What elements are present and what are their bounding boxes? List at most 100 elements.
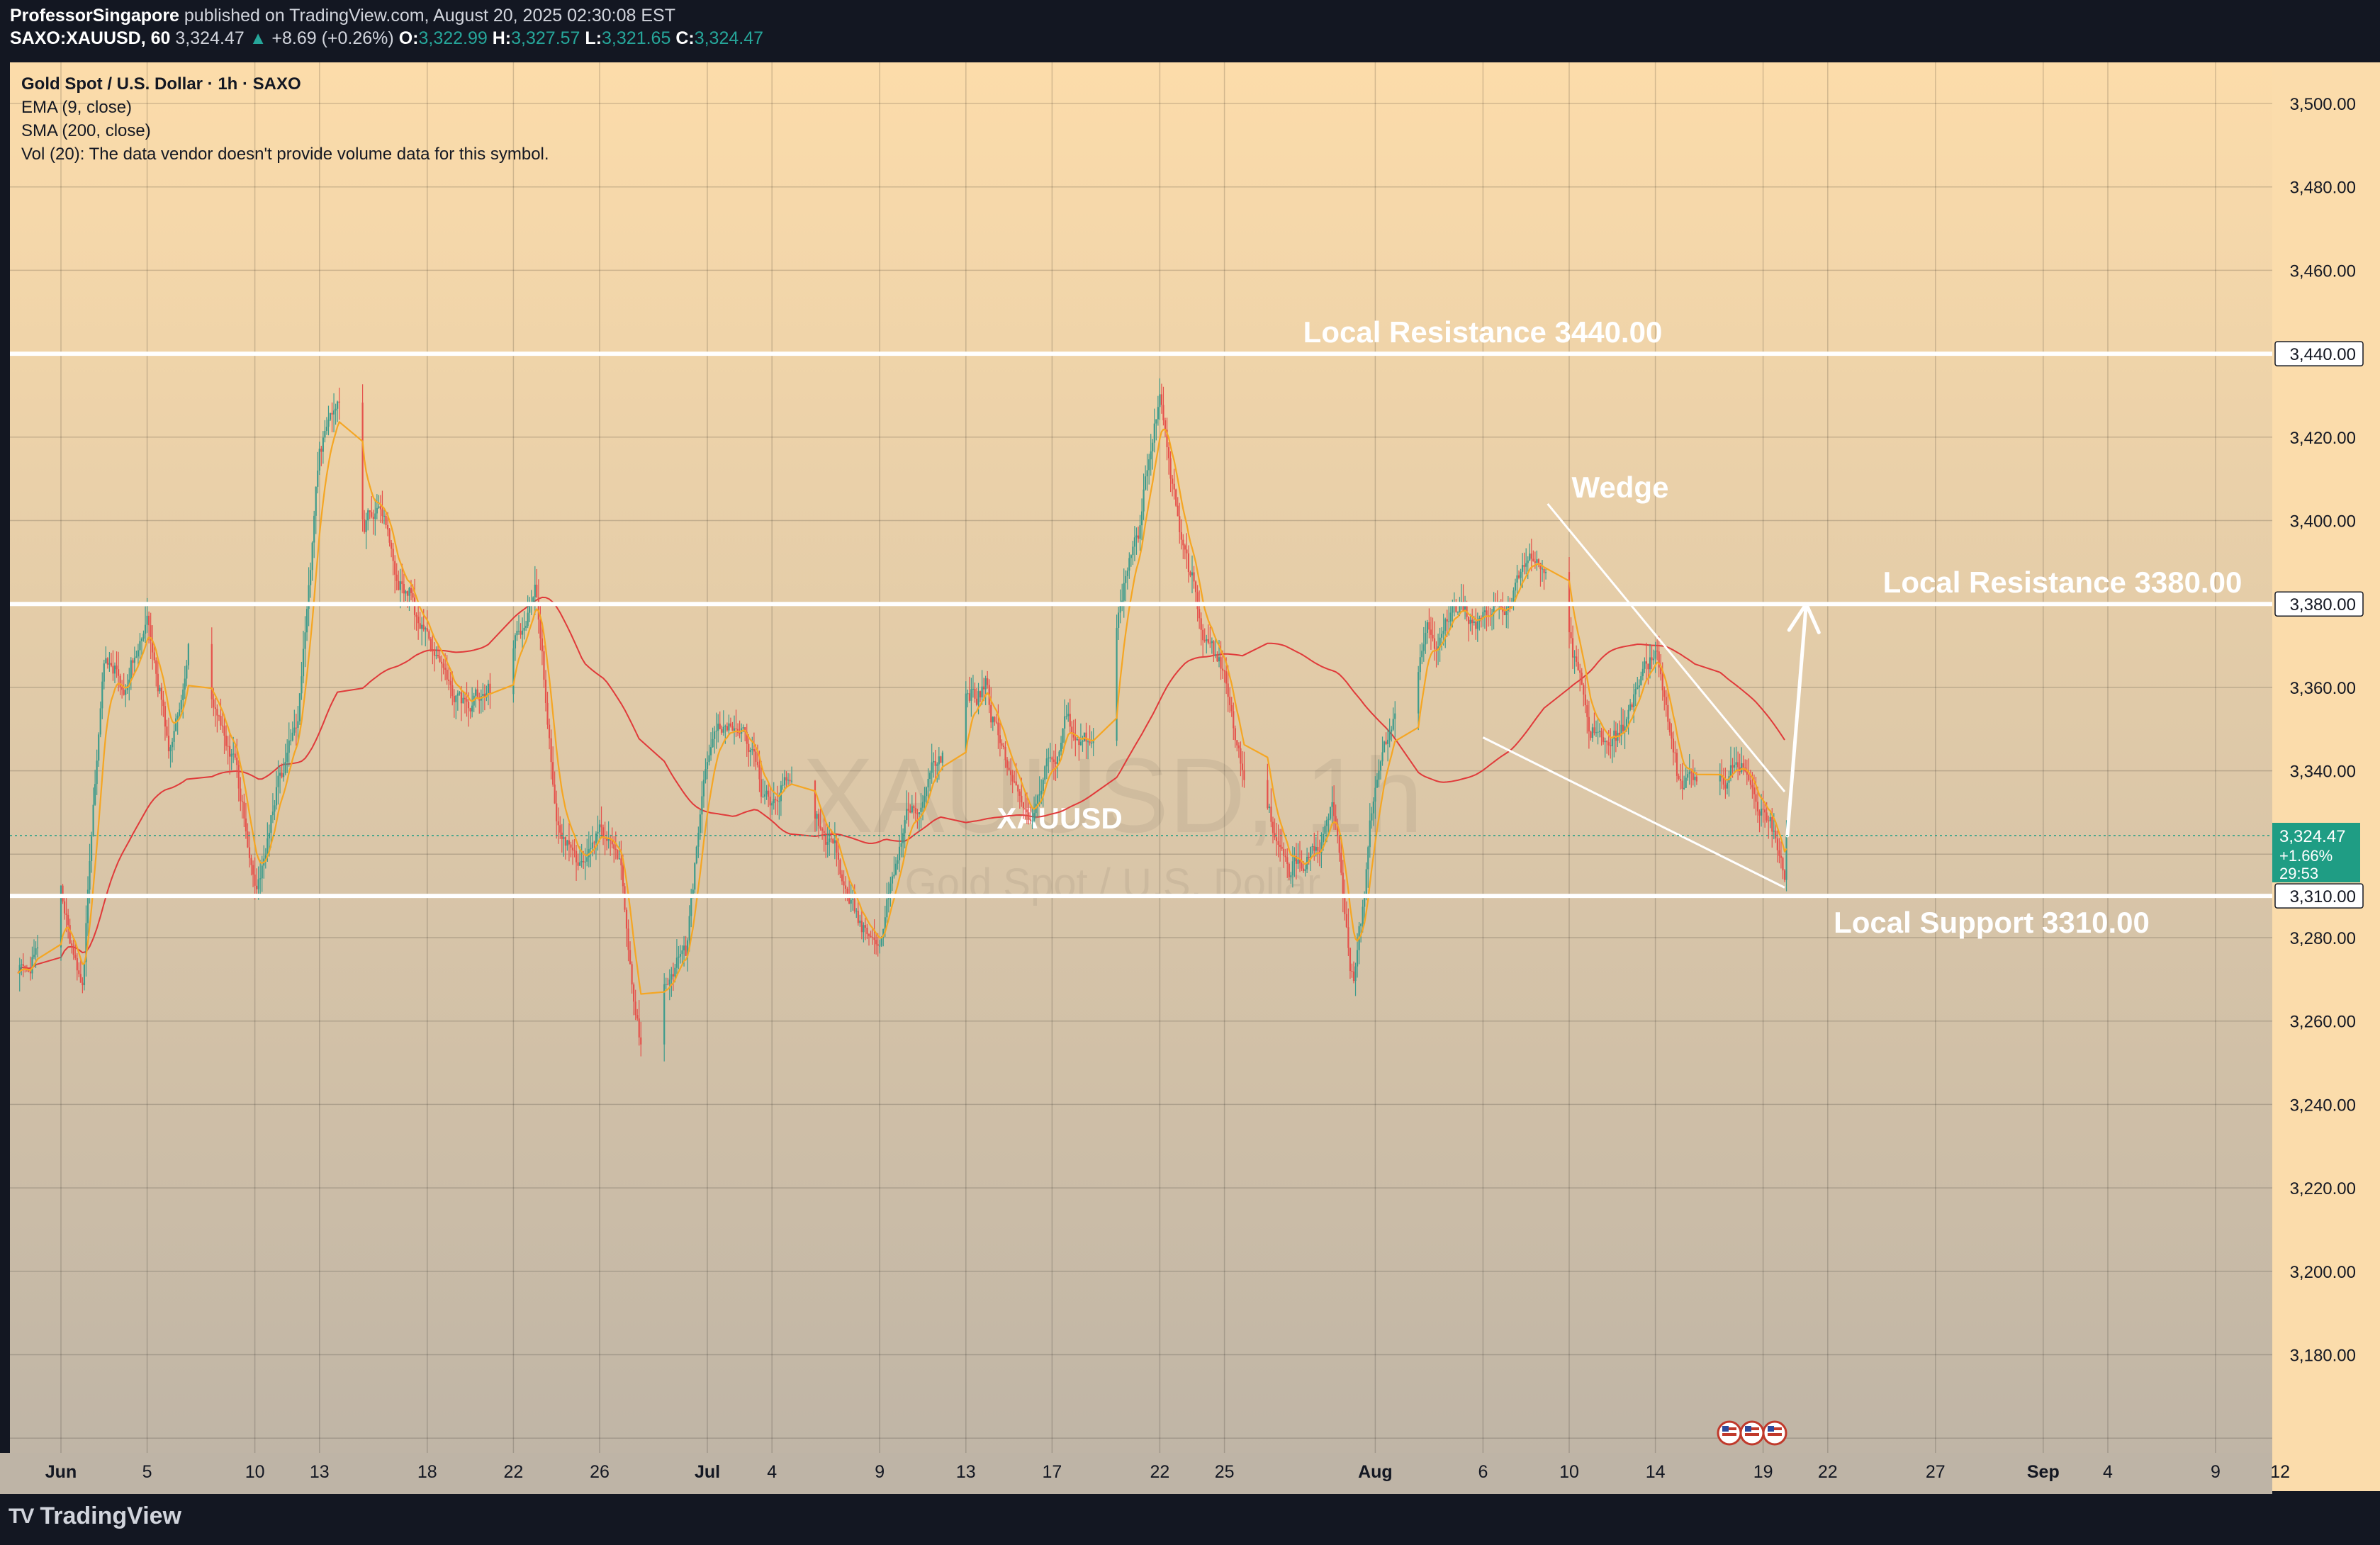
candle-body[interactable]	[92, 804, 94, 837]
candle-body[interactable]	[428, 631, 430, 639]
candle-body[interactable]	[1033, 813, 1035, 821]
candle-body[interactable]	[783, 777, 786, 785]
candle-body[interactable]	[1164, 420, 1167, 430]
candle-body[interactable]	[1308, 856, 1310, 858]
candle-body[interactable]	[627, 928, 629, 950]
candle-body[interactable]	[1310, 846, 1312, 858]
candle-body[interactable]	[668, 979, 670, 985]
candle-body[interactable]	[110, 663, 113, 666]
candle-body[interactable]	[629, 950, 632, 965]
candle-body[interactable]	[1213, 641, 1215, 656]
candle-body[interactable]	[419, 623, 421, 629]
candle-body[interactable]	[33, 955, 35, 957]
candle-body[interactable]	[1067, 714, 1070, 717]
level-label[interactable]: Local Resistance 3380.00	[1883, 566, 2243, 599]
candle-body[interactable]	[733, 728, 736, 731]
candle-body[interactable]	[1726, 782, 1729, 789]
candle-body[interactable]	[1015, 781, 1017, 785]
candle-body[interactable]	[568, 840, 571, 845]
candle-body[interactable]	[1590, 731, 1592, 738]
candle-body[interactable]	[275, 787, 278, 806]
candle-body[interactable]	[1076, 738, 1078, 741]
candle-body[interactable]	[974, 688, 976, 699]
candle-body[interactable]	[889, 883, 892, 893]
candle-body[interactable]	[1525, 563, 1527, 567]
candle-body[interactable]	[1514, 583, 1517, 591]
candle-body[interactable]	[987, 678, 989, 685]
candle-body[interactable]	[466, 699, 468, 702]
candle-body[interactable]	[554, 785, 556, 804]
candle-body[interactable]	[286, 753, 288, 762]
candle-body[interactable]	[331, 412, 333, 415]
candle-body[interactable]	[1771, 817, 1773, 832]
candle-body[interactable]	[1441, 634, 1443, 638]
candle-body[interactable]	[236, 757, 238, 765]
candle-body[interactable]	[227, 746, 229, 747]
candle-body[interactable]	[144, 624, 147, 634]
candle-body[interactable]	[821, 828, 824, 831]
candle-body[interactable]	[702, 780, 705, 797]
candle-body[interactable]	[162, 700, 164, 707]
candle-body[interactable]	[1520, 571, 1522, 578]
candle-body[interactable]	[471, 705, 473, 712]
candle-body[interactable]	[223, 726, 225, 736]
candle-body[interactable]	[717, 724, 719, 731]
candle-body[interactable]	[1729, 765, 1732, 777]
candle-body[interactable]	[929, 772, 931, 779]
candle-body[interactable]	[1534, 561, 1536, 563]
candle-body[interactable]	[112, 665, 114, 674]
candle-body[interactable]	[1782, 858, 1784, 871]
candle-body[interactable]	[868, 934, 870, 936]
candle-body[interactable]	[1597, 731, 1599, 733]
candle-body[interactable]	[395, 574, 398, 581]
candle-body[interactable]	[934, 760, 936, 766]
candle-body[interactable]	[1573, 656, 1576, 658]
candle-body[interactable]	[213, 699, 215, 708]
candle-body[interactable]	[1236, 740, 1238, 746]
candle-body[interactable]	[392, 549, 394, 561]
candle-body[interactable]	[832, 838, 834, 843]
candle-body[interactable]	[1139, 525, 1141, 539]
candle-body[interactable]	[1577, 661, 1579, 670]
candle-body[interactable]	[295, 727, 297, 729]
candle-body[interactable]	[304, 632, 306, 649]
candle-body[interactable]	[990, 704, 992, 723]
candle-body[interactable]	[1544, 572, 1547, 573]
candle-body[interactable]	[913, 806, 915, 809]
candle-body[interactable]	[1065, 716, 1067, 717]
candle-body[interactable]	[785, 777, 787, 781]
candle-body[interactable]	[625, 909, 628, 929]
candle-body[interactable]	[1175, 489, 1177, 506]
candle-body[interactable]	[906, 809, 908, 821]
candle-body[interactable]	[1645, 661, 1648, 664]
candle-body[interactable]	[1422, 644, 1425, 651]
candle-body[interactable]	[1162, 405, 1164, 421]
candle-body[interactable]	[1588, 717, 1590, 732]
candle-body[interactable]	[1668, 721, 1671, 733]
candle-body[interactable]	[844, 885, 847, 889]
candle-body[interactable]	[681, 950, 683, 955]
candle-body[interactable]	[1279, 845, 1281, 847]
legend-title[interactable]: Gold Spot / U.S. Dollar · 1h · SAXO	[21, 72, 549, 96]
candle-body[interactable]	[103, 663, 105, 682]
candle-body[interactable]	[403, 584, 405, 594]
candle-body[interactable]	[254, 875, 256, 886]
candle-body[interactable]	[870, 936, 872, 938]
candle-body[interactable]	[1780, 855, 1783, 858]
candle-body[interactable]	[897, 860, 899, 864]
candle-body[interactable]	[907, 809, 909, 811]
candle-body[interactable]	[1529, 554, 1531, 561]
candle-body[interactable]	[765, 790, 768, 794]
candle-body[interactable]	[1446, 619, 1448, 622]
candle-body[interactable]	[938, 756, 940, 765]
candle-body[interactable]	[169, 747, 172, 752]
candle-body[interactable]	[1724, 785, 1727, 789]
candle-body[interactable]	[243, 802, 245, 819]
candle-body[interactable]	[371, 512, 373, 517]
candle-body[interactable]	[1160, 394, 1163, 405]
candle-body[interactable]	[1611, 738, 1613, 746]
candle-body[interactable]	[1006, 760, 1009, 768]
candle-body[interactable]	[462, 697, 464, 704]
candle-body[interactable]	[1150, 451, 1152, 460]
candle-body[interactable]	[1418, 672, 1420, 714]
